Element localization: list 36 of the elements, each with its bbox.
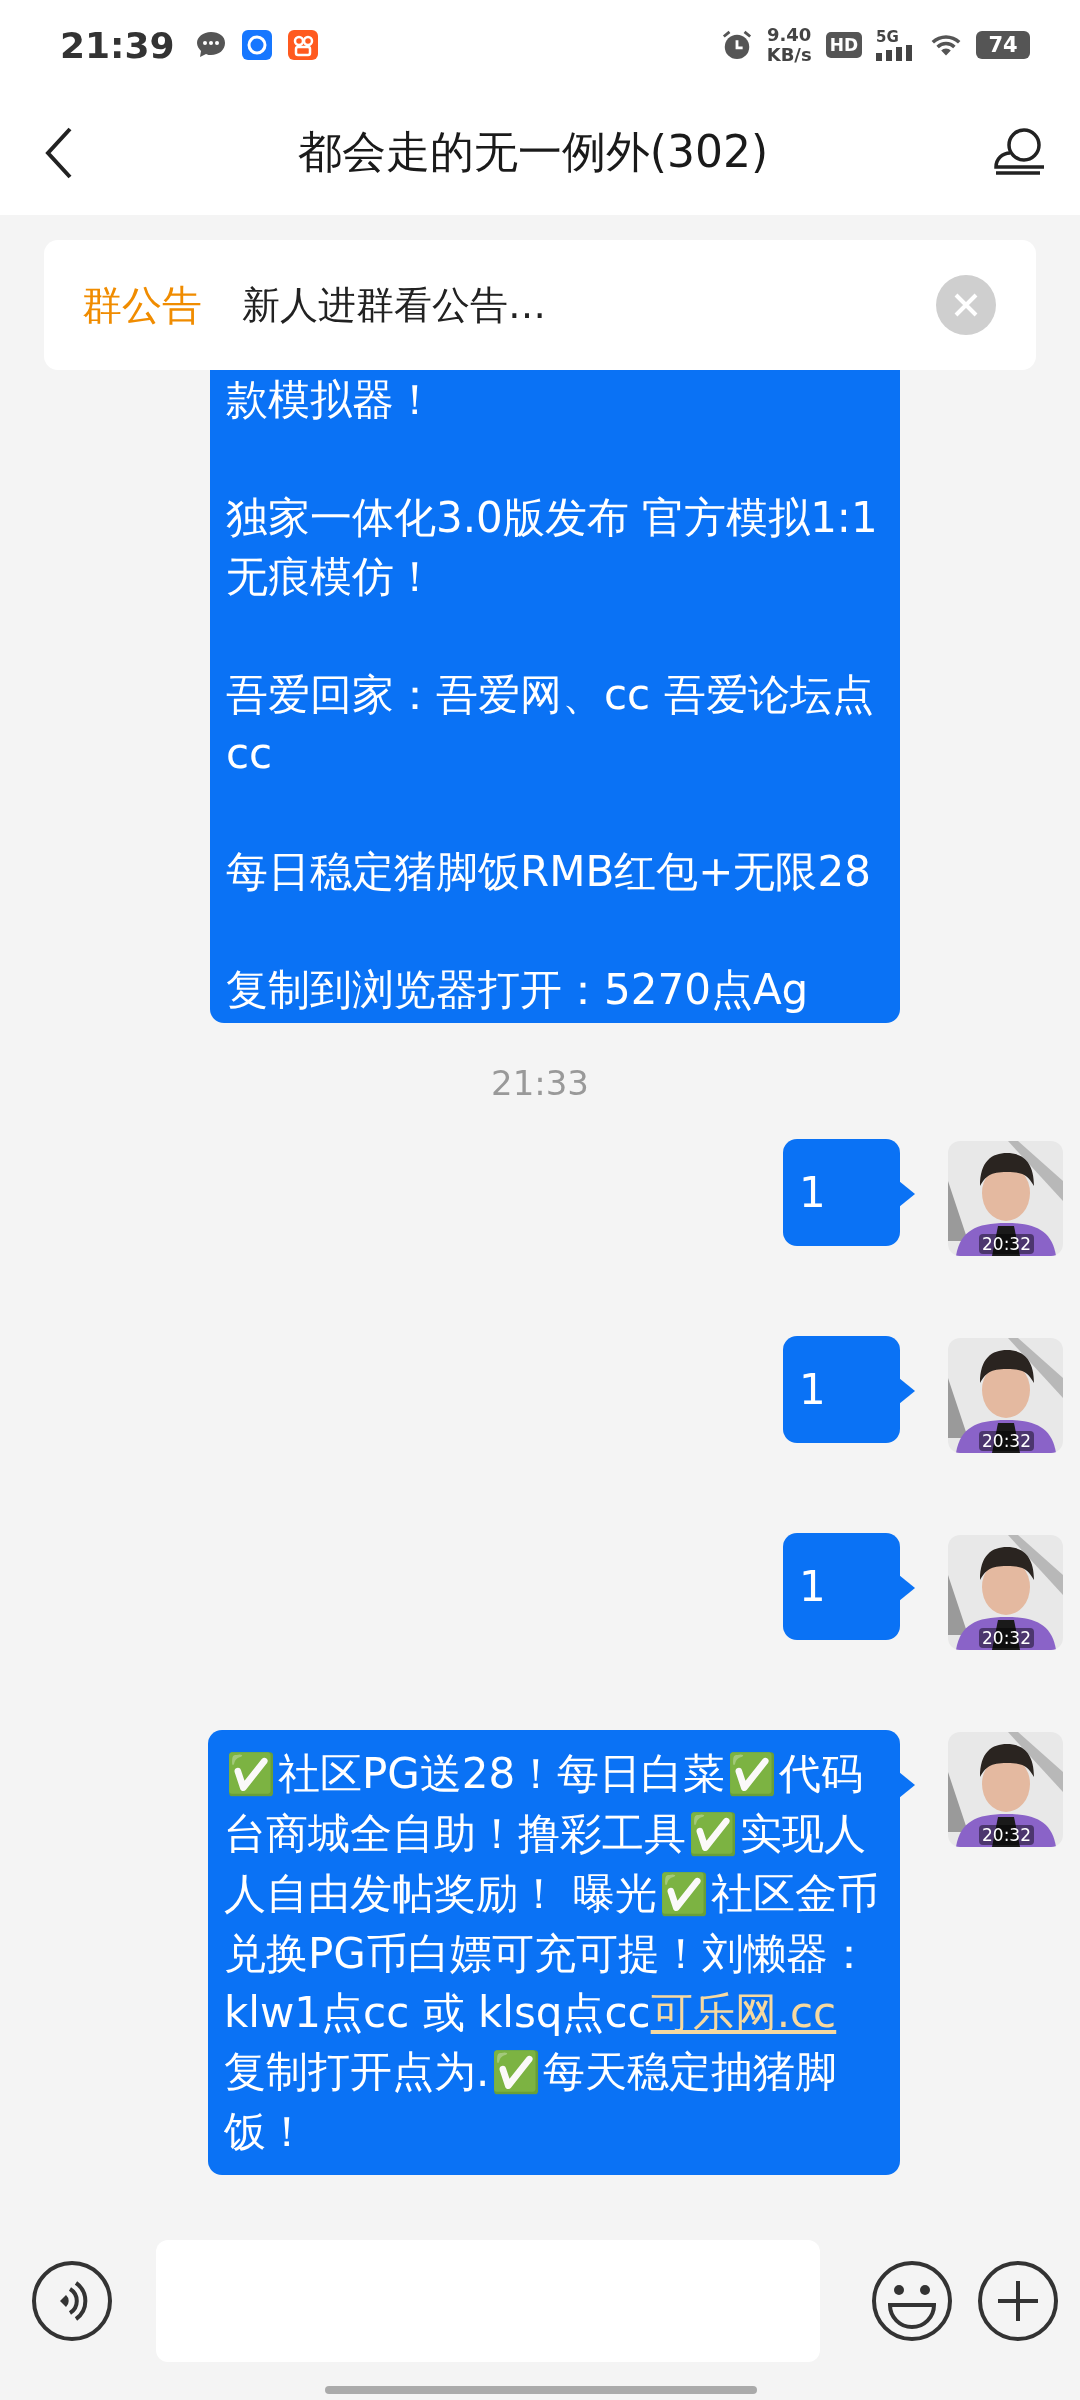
avatar[interactable]: [948, 1338, 1063, 1453]
close-icon: [953, 292, 979, 318]
message-bubble[interactable]: 款模拟器！ 独家一体化3.0版发布 官方模拟1:1无痕模仿！ 吾爱回家：吾爱网、cc 吾爱论坛点cc 每日稳定猪脚饭RMB红包+无限28 复制到浏览器打开：5270点Ag: [210, 370, 900, 1023]
message-text: 1: [799, 1364, 827, 1416]
message-text: 复制到浏览器打开：5270点Ag: [226, 964, 810, 1016]
timestamp: 21:33: [491, 1063, 589, 1103]
avatar-time: 20:32: [979, 1825, 1034, 1845]
avatar[interactable]: [948, 1535, 1063, 1650]
add-button[interactable]: [976, 2259, 1060, 2343]
avatar[interactable]: [948, 1141, 1063, 1256]
network-type: 5G: [876, 29, 899, 45]
network-speed: 9.40: [766, 25, 812, 45]
app-icon: [286, 29, 319, 61]
status-time: 21:39: [60, 24, 175, 66]
chat-title: 都会走的无一例外(302): [296, 125, 770, 179]
alarm-icon: [720, 29, 753, 61]
avatar[interactable]: [948, 1732, 1063, 1847]
message-text: 每日稳定猪脚饭RMB红包+无限28: [226, 846, 872, 898]
avatar-time: 20:32: [979, 1431, 1034, 1451]
avatar-time: 20:32: [979, 1628, 1034, 1648]
message-text: 吾爱回家：吾爱网、cc 吾爱论坛点cc: [226, 669, 875, 780]
message-text: 1: [799, 1561, 827, 1613]
emoji-button[interactable]: [870, 2259, 954, 2343]
speed-unit: KB/s: [766, 45, 812, 65]
message-text: 独家一体化3.0版发布 官方模拟1:1无痕模仿！: [226, 492, 879, 603]
avatar-time: 20:32: [979, 1234, 1034, 1254]
notice-card[interactable]: 群公告 新人进群看公告…: [44, 240, 1036, 370]
app-icon: [240, 29, 273, 61]
message-text: 1: [799, 1167, 827, 1219]
battery-level: 74: [976, 31, 1030, 59]
voice-button[interactable]: [30, 2259, 114, 2343]
message-link[interactable]: 可乐网.cc: [650, 1988, 837, 2037]
message-text: 款模拟器！: [226, 374, 437, 426]
notice-label: 群公告: [82, 280, 202, 330]
notice-text: 新人进群看公告…: [242, 281, 547, 329]
hd-badge: HD: [825, 32, 862, 58]
